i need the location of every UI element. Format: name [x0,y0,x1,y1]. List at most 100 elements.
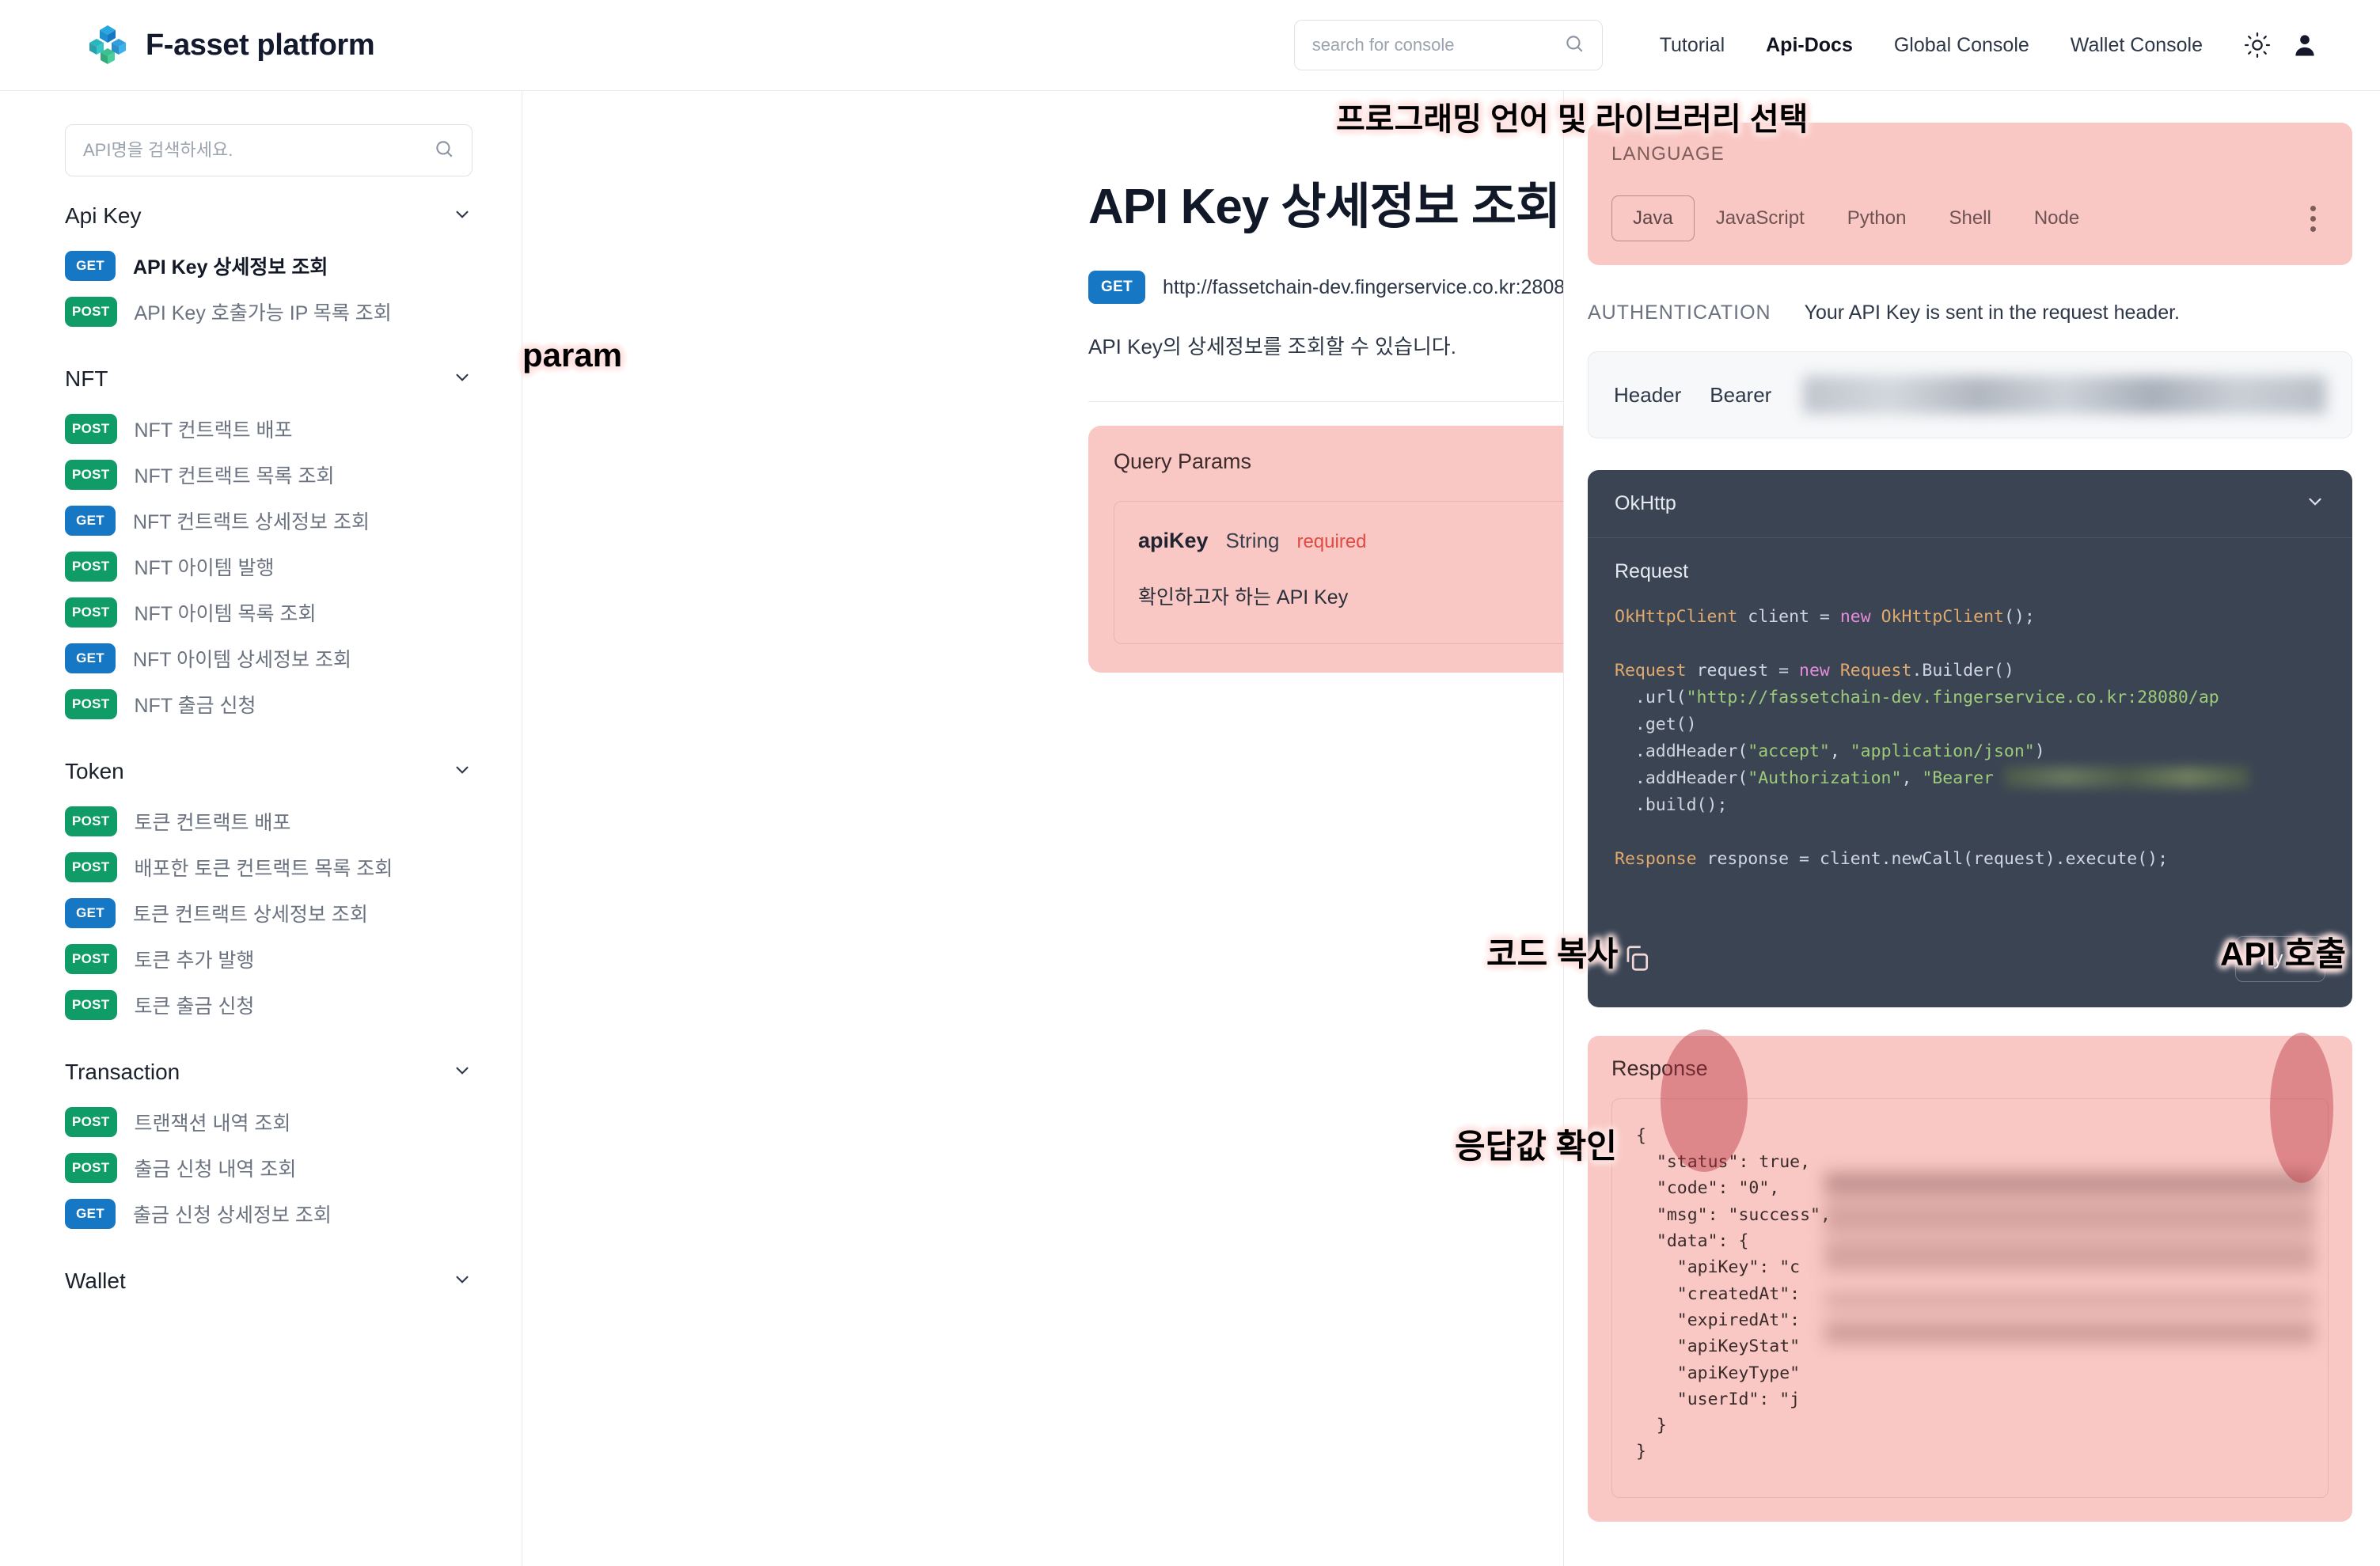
chevron-down-icon [452,1269,473,1294]
nav-wallet-console[interactable]: Wallet Console [2071,34,2203,57]
language-option-java[interactable]: Java [1611,195,1695,241]
sidebar-item[interactable]: GET 출금 신청 상세정보 조회 [65,1191,490,1237]
sidebar-item[interactable]: POST API Key 호출가능 IP 목록 조회 [65,289,490,335]
search-icon [1564,33,1585,58]
brand[interactable]: F-asset platform [85,23,375,67]
sidebar-item-label: 출금 신청 내역 조회 [134,1158,297,1181]
sidebar-item[interactable]: POST 토큰 컨트랙트 배포 [65,798,490,844]
method-badge: GET [65,1199,116,1229]
method-badge: POST [65,806,117,836]
sidebar-section-transaction[interactable]: Transaction [65,1033,473,1093]
api-search-input[interactable] [83,140,434,161]
chevron-down-icon [452,1060,473,1085]
sidebar-item-label: 토큰 컨트랙트 상세정보 조회 [133,904,368,926]
sidebar-item[interactable]: POST NFT 아이템 목록 조회 [65,590,490,635]
brand-title: F-asset platform [146,28,375,62]
method-badge: GET [65,251,116,281]
copy-icon[interactable] [1615,936,1659,980]
sidebar-item-label: 토큰 컨트랙트 배포 [134,812,291,834]
console-search-input[interactable] [1311,35,1564,55]
sidebar-item[interactable]: GET NFT 컨트랙트 상세정보 조회 [65,498,490,544]
sidebar-item[interactable]: POST 토큰 출금 신청 [65,982,490,1028]
code-snippet: OkHttpClient client = new OkHttpClient()… [1615,604,2325,873]
main-content: API Key 상세정보 조회 GET http://fassetchain-d… [522,91,2380,1566]
sidebar-item[interactable]: POST 출금 신청 내역 조회 [65,1145,490,1191]
top-bar: F-asset platform Tutorial Api-Docs Globa… [0,0,2380,91]
sidebar-item[interactable]: POST NFT 아이템 발행 [65,544,490,590]
method-badge: GET [65,643,116,673]
sidebar-section-list: POST 트랜잭션 내역 조회 POST 출금 신청 내역 조회 GET 출금 신청 상세… [0,1093,522,1242]
sidebar-section-wallet[interactable]: Wallet [65,1242,473,1302]
sidebar: Api Key GET API Key 상세정보 조회 POST API Key 호출가… [0,91,522,1566]
param-required-label: required [1296,531,1367,552]
authentication-note: Your API Key is sent in the request head… [1804,301,2180,324]
sidebar-item-label: 배포한 토큰 컨트랙트 목록 조회 [134,858,393,880]
sidebar-item-label: API Key 호출가능 IP 목록 조회 [134,302,392,324]
auth-token-masked [1803,376,2326,414]
sidebar-item-label: 토큰 추가 발행 [134,950,255,972]
sidebar-item-label: 출금 신청 상세정보 조회 [133,1204,332,1227]
sidebar-item[interactable]: GET 토큰 컨트랙트 상세정보 조회 [65,890,490,936]
language-options: Java JavaScript Python Shell Node [1611,195,2329,241]
response-card: Response { "status": true, "code": "0", … [1588,1035,2352,1522]
try-it-button[interactable]: Try It! [2234,935,2325,982]
method-badge: POST [65,460,117,490]
sidebar-item[interactable]: POST NFT 컨트랙트 배포 [65,406,490,452]
code-sample-card: OkHttp Request OkHttpClient client = new… [1588,470,2352,1007]
sidebar-section-title: Transaction [65,1060,180,1084]
param-name: apiKey [1138,529,1209,552]
chevron-down-icon [452,367,473,392]
language-option-javascript[interactable]: JavaScript [1695,195,1826,241]
sun-icon[interactable] [2244,32,2271,59]
sidebar-section-api-key[interactable]: Api Key [65,176,473,237]
sidebar-item-label: NFT 컨트랙트 상세정보 조회 [133,511,370,533]
authentication-token-box[interactable]: Header Bearer [1588,351,2352,438]
param-type: String [1225,529,1280,552]
authentication-row: AUTHENTICATION Your API Key is sent in t… [1588,301,2352,324]
sidebar-item[interactable]: POST 배포한 토큰 컨트랙트 목록 조회 [65,844,490,890]
sidebar-section-title: Api Key [65,203,142,228]
method-badge: GET [65,506,116,536]
sidebar-section-nft[interactable]: NFT [65,339,473,400]
method-badge: POST [65,414,117,444]
method-badge: POST [65,297,117,327]
method-badge: GET [65,898,116,928]
nav-tutorial[interactable]: Tutorial [1660,34,1725,57]
sidebar-item-label: NFT 출금 신청 [134,695,256,717]
sidebar-item-label: NFT 아이템 목록 조회 [134,603,317,625]
sidebar-section-title: Token [65,759,124,783]
api-search[interactable] [65,124,473,176]
user-icon[interactable] [2291,32,2318,59]
sidebar-item[interactable]: POST NFT 출금 신청 [65,681,490,727]
sidebar-item[interactable]: GET NFT 아이템 상세정보 조회 [65,635,490,681]
nav-global-console[interactable]: Global Console [1894,34,2029,57]
sidebar-item[interactable]: GET API Key 상세정보 조회 [65,243,490,289]
sidebar-item[interactable]: POST 토큰 추가 발행 [65,936,490,982]
sidebar-section-list: GET API Key 상세정보 조회 POST API Key 호출가능 IP 목록… [0,237,522,339]
method-badge: POST [65,552,117,582]
method-badge: POST [65,597,117,628]
method-badge: POST [65,1107,117,1137]
code-actions: Try It! [1588,873,2352,1007]
kebab-menu-icon[interactable] [2298,199,2329,238]
language-option-shell[interactable]: Shell [1927,195,2012,241]
nav-api-docs[interactable]: Api-Docs [1766,34,1853,57]
language-label: LANGUAGE [1611,143,1725,165]
sidebar-item[interactable]: POST NFT 컨트랙트 목록 조회 [65,452,490,498]
method-badge: POST [65,852,117,882]
logo-icon [85,23,130,67]
sidebar-section-token[interactable]: Token [65,732,473,792]
api-doc: API Key 상세정보 조회 GET http://fassetchain-d… [522,91,2074,1566]
language-option-node[interactable]: Node [2013,195,2101,241]
authentication-label: AUTHENTICATION [1588,301,1771,324]
app-shell: Api Key GET API Key 상세정보 조회 POST API Key 호출가… [0,91,2380,1566]
request-label: Request [1615,560,1689,582]
method-badge: POST [65,1153,117,1183]
sidebar-section-title: Wallet [65,1268,126,1293]
auth-header-key: Header [1614,382,1682,407]
language-option-python[interactable]: Python [1826,195,1928,241]
sidebar-item-label: NFT 아이템 상세정보 조회 [133,649,351,671]
sidebar-item[interactable]: POST 트랜잭션 내역 조회 [65,1099,490,1145]
code-library-selector[interactable]: OkHttp [1588,470,2352,538]
console-search[interactable] [1293,20,1603,70]
